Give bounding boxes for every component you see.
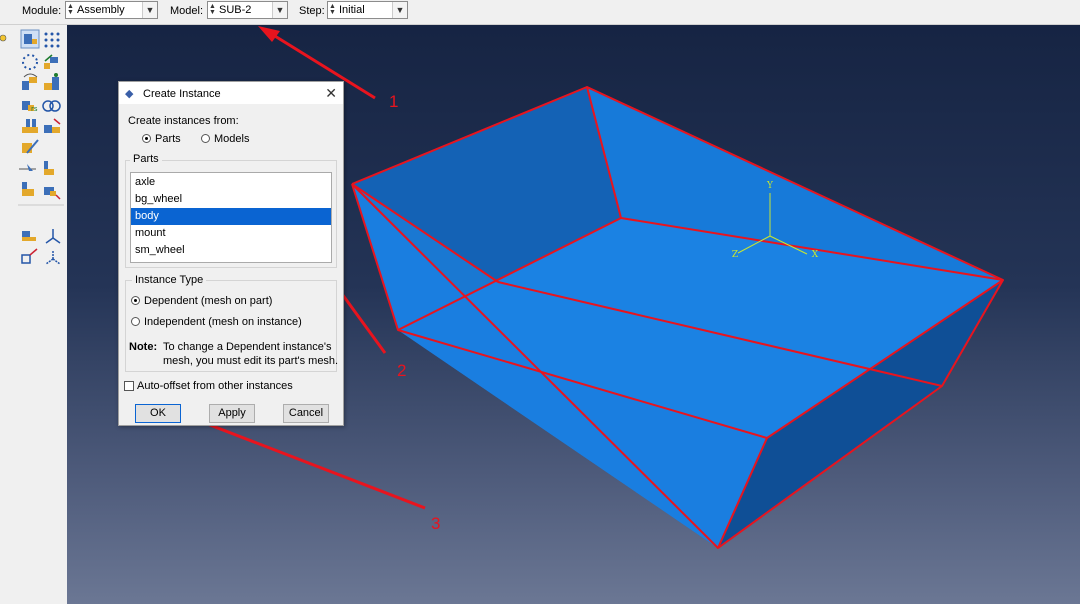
abaqus-dialog-icon: ◆ bbox=[125, 88, 134, 100]
radio-dependent-label[interactable]: Dependent (mesh on part) bbox=[144, 295, 272, 307]
list-item-selected[interactable]: body bbox=[131, 208, 331, 225]
radio-dependent[interactable] bbox=[131, 296, 140, 305]
list-item[interactable]: bg_wheel bbox=[131, 191, 331, 208]
axis-x-label: X bbox=[812, 250, 819, 260]
create-from-label: Create instances from: bbox=[128, 115, 239, 127]
radio-models[interactable] bbox=[201, 134, 210, 143]
radio-parts-label[interactable]: Parts bbox=[155, 133, 181, 145]
note-line-2: mesh, you must edit its part's mesh. bbox=[163, 355, 339, 367]
annotation-1: 1 bbox=[389, 92, 398, 111]
note-line-1: To change a Dependent instance's bbox=[163, 341, 332, 353]
note-label: Note: bbox=[129, 341, 158, 353]
instance-type-label: Instance Type bbox=[132, 274, 207, 286]
radio-independent-label[interactable]: Independent (mesh on instance) bbox=[144, 316, 302, 328]
create-instance-dialog: ◆ Create Instance ✕ Create instances fro… bbox=[118, 81, 344, 426]
cancel-button[interactable]: Cancel bbox=[283, 404, 329, 423]
parts-list[interactable]: axle bg_wheel body mount sm_wheel bbox=[130, 172, 332, 263]
axis-y-label: Y bbox=[766, 181, 774, 191]
apply-button[interactable]: Apply bbox=[209, 404, 255, 423]
axis-z-label: Z bbox=[732, 250, 738, 260]
dialog-title: Create Instance bbox=[143, 88, 221, 100]
list-item[interactable]: mount bbox=[131, 225, 331, 242]
list-item[interactable]: sm_wheel bbox=[131, 242, 331, 259]
radio-parts[interactable] bbox=[142, 134, 151, 143]
ok-button[interactable]: OK bbox=[135, 404, 181, 423]
radio-models-label[interactable]: Models bbox=[214, 133, 249, 145]
dialog-titlebar[interactable]: ◆ Create Instance ✕ bbox=[119, 82, 343, 104]
list-item[interactable]: axle bbox=[131, 174, 331, 191]
radio-independent[interactable] bbox=[131, 317, 140, 326]
annotation-2: 2 bbox=[397, 361, 406, 380]
body-part[interactable] bbox=[351, 86, 1004, 549]
annotation-3: 3 bbox=[431, 514, 440, 533]
close-icon[interactable]: ✕ bbox=[325, 85, 337, 102]
auto-offset-label[interactable]: Auto-offset from other instances bbox=[137, 380, 293, 392]
auto-offset-checkbox[interactable] bbox=[124, 381, 134, 391]
parts-group-label: Parts bbox=[130, 153, 162, 165]
